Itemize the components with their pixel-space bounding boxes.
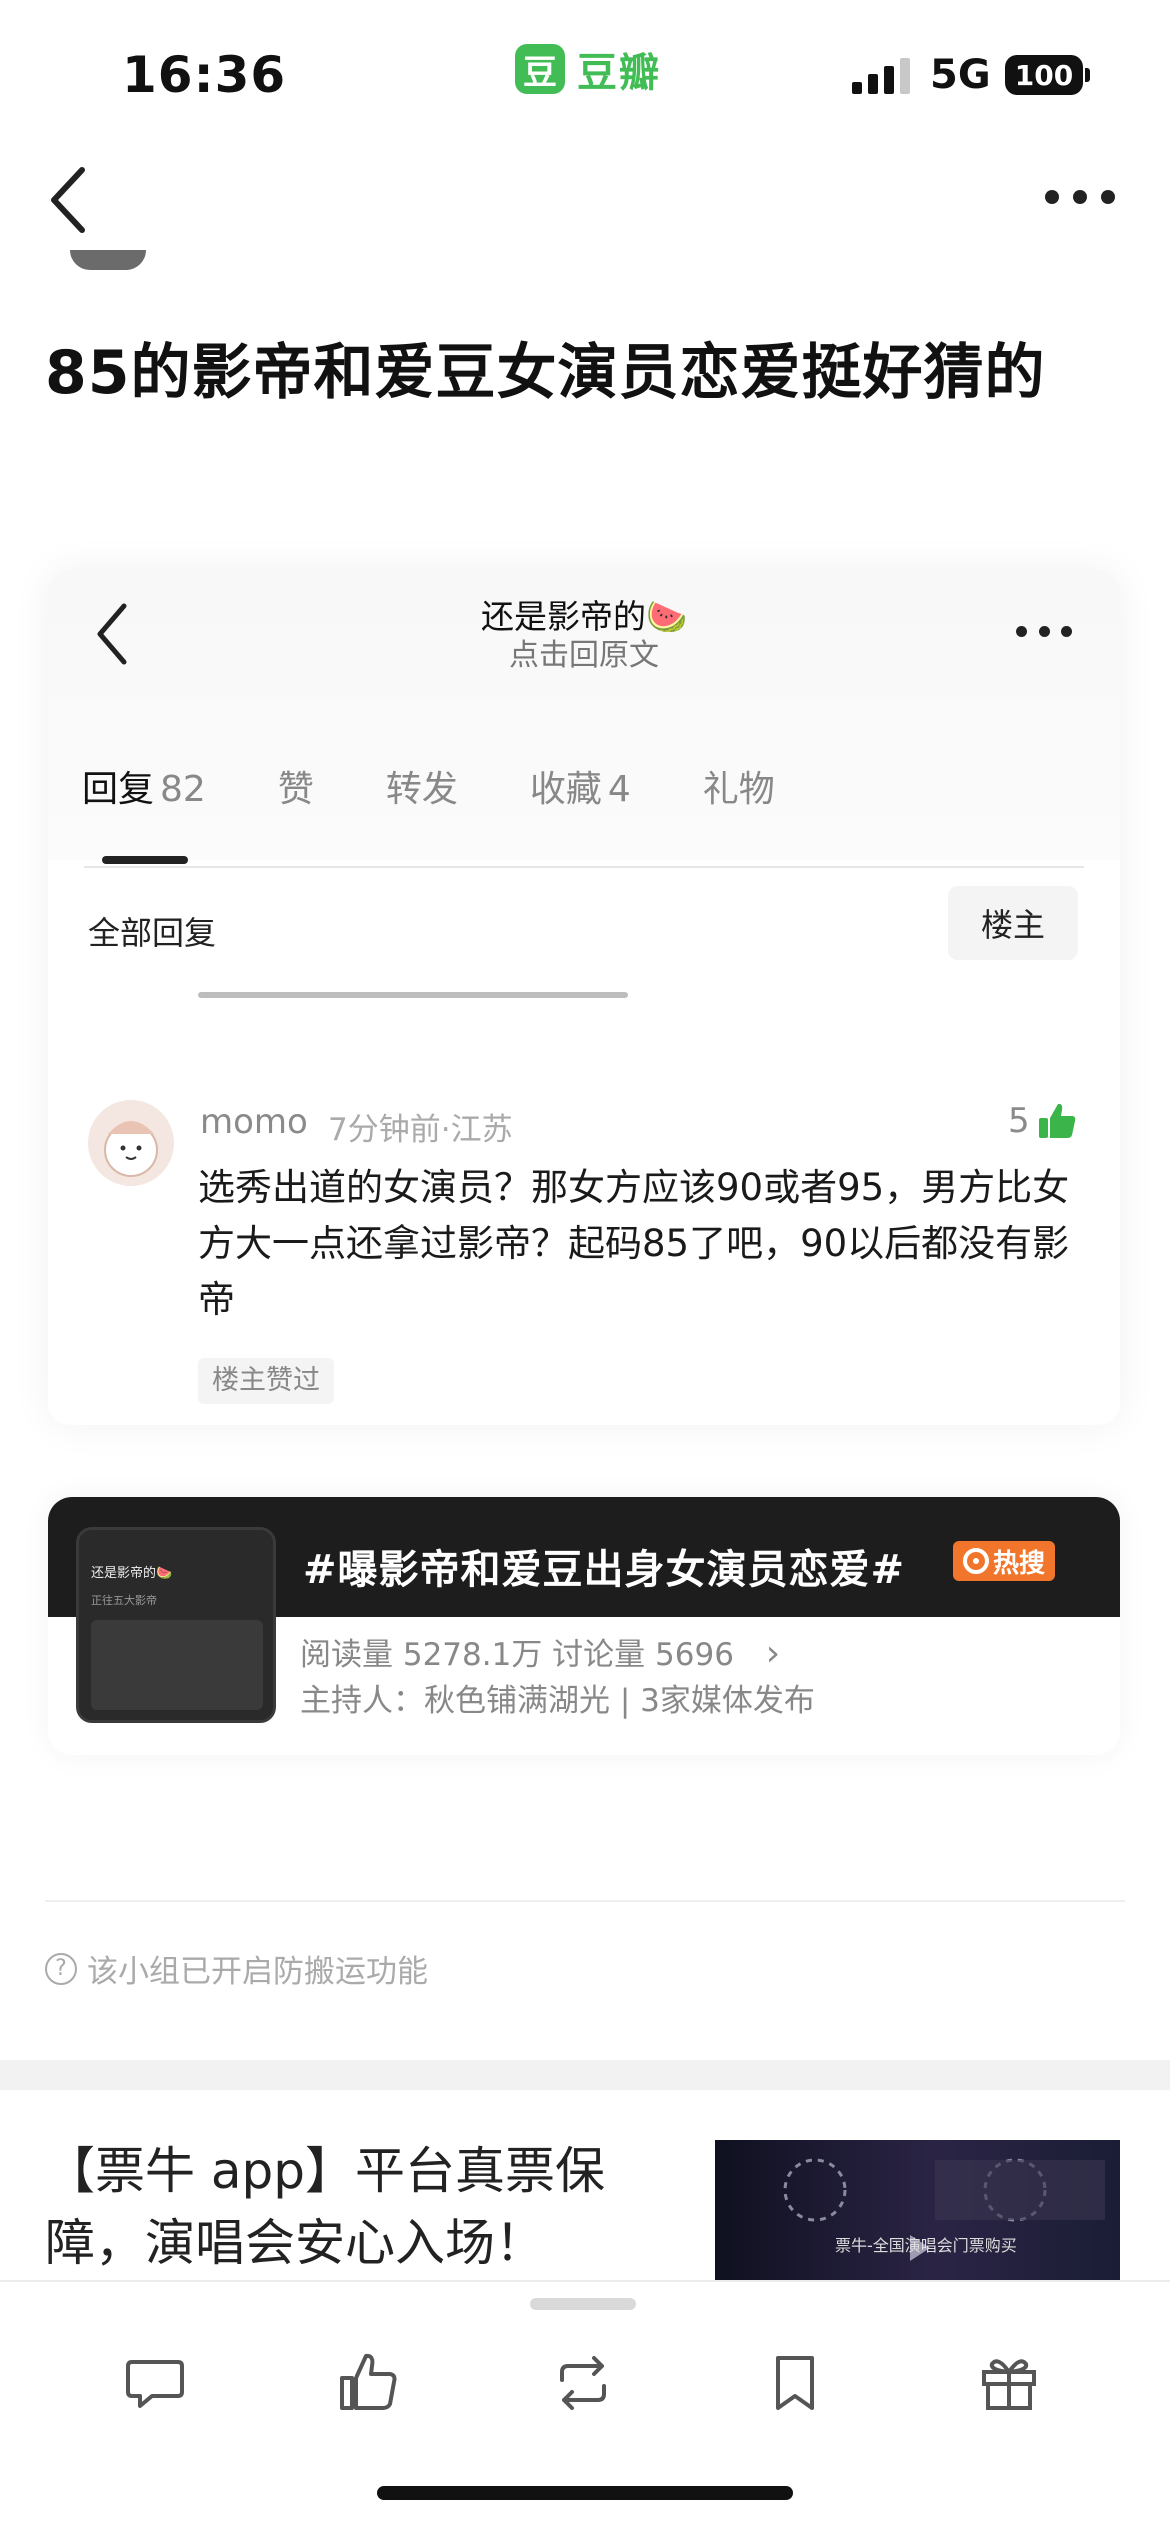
op-filter-button: 楼主 <box>948 886 1078 960</box>
bookmark-icon[interactable] <box>762 2350 828 2416</box>
hot-label: 热搜 <box>993 1548 1046 1579</box>
thumbnail-subtitle: 正往五大影帝 <box>91 1594 157 1607</box>
post-title: 85的影帝和爱豆女演员恋爱挺好猜的 <box>45 338 1046 408</box>
clipped-text <box>198 984 698 1004</box>
topic-stats: 阅读量 5278.1万 讨论量 5696 › <box>300 1629 780 1674</box>
topic-host: 主持人：秋色铺满湖光 | 3家媒体发布 <box>300 1683 815 1719</box>
topic-stats-text: 阅读量 5278.1万 讨论量 5696 <box>300 1637 734 1673</box>
more-icon-dot <box>1073 190 1087 204</box>
embedded-screenshot: 还是影帝的🍉 点击回原文 回复 82 赞 转发 收藏 4 礼物 全部回复 楼主 mo… <box>48 570 1120 1425</box>
more-icon <box>1045 190 1059 204</box>
question-circle-icon: ? <box>45 1952 77 1985</box>
ad-image[interactable]: 票牛-全国演唱会门票购买 <box>715 2140 1120 2280</box>
back-button[interactable] <box>42 160 102 240</box>
home-indicator[interactable] <box>377 2486 793 2500</box>
screenshot-tabs: 回复 82 赞 转发 收藏 4 礼物 <box>82 760 847 812</box>
tab-underline <box>102 856 188 864</box>
chevron-right-icon: › <box>765 1633 781 1674</box>
chevron-left-icon <box>51 167 85 233</box>
battery-icon: 100 <box>1005 55 1083 95</box>
section-divider <box>0 2060 1170 2090</box>
tab-replies: 回复 82 <box>82 769 206 810</box>
tab-likes: 赞 <box>277 769 314 810</box>
status-bar: 16:36 豆 豆瓣 5G 100 <box>0 0 1170 150</box>
author-avatar[interactable] <box>70 250 146 270</box>
comment-like-count: 5 <box>1008 1101 1030 1141</box>
gift-icon[interactable] <box>976 2350 1042 2416</box>
hot-icon <box>963 1548 989 1574</box>
app-name: 豆瓣 <box>577 50 661 96</box>
screenshot-subtitle: 点击回原文 <box>509 638 659 673</box>
screenshot-more-icon <box>1016 622 1072 640</box>
more-icon-dot <box>1101 190 1115 204</box>
signal-icon <box>852 58 910 94</box>
hot-search-badge: 热搜 <box>953 1541 1056 1581</box>
ad-text[interactable]: 【票牛 app】平台真票保障，演唱会安心入场！ <box>45 2135 665 2279</box>
status-time: 16:36 <box>122 46 287 104</box>
hot-topic-card[interactable]: 还是影帝的🍉 正往五大影帝 #曝影帝和爱豆出身女演员恋爱# 热搜 阅读量 527… <box>48 1497 1120 1755</box>
comment-likes: 5 <box>1008 1100 1078 1142</box>
more-button[interactable] <box>1045 185 1115 209</box>
topic-thumbnail: 还是影帝的🍉 正往五大影帝 <box>76 1527 276 1723</box>
thumbnail-comment-block <box>91 1620 263 1710</box>
network-type: 5G <box>930 52 991 98</box>
comment-text: 选秀出道的女演员？那女方应该90或者95，男方比女方大一点还拿过影帝？起码85了… <box>198 1166 1070 1321</box>
notice-text: 该小组已开启防搬运功能 <box>87 1954 428 1990</box>
filter-label: 全部回复 <box>88 914 217 952</box>
thumbnail-title: 还是影帝的🍉 <box>91 1566 173 1581</box>
douban-logo-icon: 豆 <box>515 44 565 94</box>
comment-icon[interactable] <box>122 2350 188 2416</box>
comment-meta: 7分钟前·江苏 <box>328 1112 513 1148</box>
douban-logo: 豆 豆瓣 <box>515 40 661 98</box>
op-liked-badge: 楼主赞过 <box>198 1358 334 1404</box>
topic-title[interactable]: #曝影帝和爱豆出身女演员恋爱# <box>303 1537 905 1595</box>
drag-handle[interactable] <box>530 2298 636 2310</box>
anti-repost-notice: ? 该小组已开启防搬运功能 <box>45 1946 428 1991</box>
like-icon[interactable] <box>336 2350 402 2416</box>
commenter-avatar <box>88 1100 174 1186</box>
ad-laurel-decoration <box>783 2158 1105 2261</box>
tab-reposts: 转发 <box>385 769 458 810</box>
tab-gifts: 礼物 <box>702 769 775 810</box>
tab-divider <box>84 866 1084 868</box>
tab-collections: 收藏 4 <box>529 769 631 810</box>
thumb-up-icon <box>1038 1103 1075 1138</box>
battery-tip <box>1085 68 1090 82</box>
commenter-name: momo <box>200 1102 308 1142</box>
divider <box>45 1900 1125 1902</box>
ad-caption: 票牛-全国演唱会门票购买 <box>835 2236 1017 2255</box>
repost-icon[interactable] <box>550 2350 616 2416</box>
